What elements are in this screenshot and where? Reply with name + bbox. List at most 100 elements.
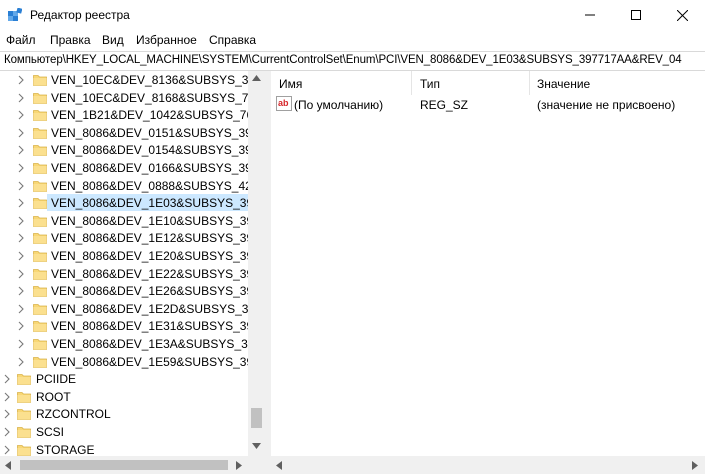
tree-item[interactable]: VEN_8086&DEV_0151&SUBSYS_397717 <box>0 124 265 142</box>
scroll-down-icon[interactable] <box>252 443 261 449</box>
tree-item[interactable]: VEN_8086&DEV_0154&SUBSYS_397717 <box>0 141 265 159</box>
tree-horizontal-scrollbar[interactable] <box>0 456 265 474</box>
scroll-left-icon[interactable] <box>5 461 11 470</box>
value-data: (значение не присвоено) <box>537 98 676 112</box>
expand-chevron-icon[interactable] <box>17 198 25 208</box>
menu-help[interactable]: Справка <box>209 33 256 47</box>
tree-item[interactable]: VEN_10EC&DEV_8136&SUBSYS_397717 <box>0 71 265 89</box>
values-horizontal-scrollbar[interactable] <box>271 456 705 474</box>
tree-item-label: RZCONTROL <box>36 407 111 422</box>
tree-item[interactable]: SCSI <box>0 423 248 441</box>
tree-vertical-scrollbar[interactable] <box>248 71 265 456</box>
address-path[interactable]: Компьютер\HKEY_LOCAL_MACHINE\SYSTEM\Curr… <box>4 54 682 66</box>
scroll-up-icon[interactable] <box>252 75 261 81</box>
value-row[interactable]: ab (По умолчанию) REG_SZ (значение не пр… <box>271 95 705 113</box>
expand-chevron-icon[interactable] <box>17 357 25 367</box>
folder-icon <box>33 215 47 227</box>
menu-file[interactable]: Файл <box>6 33 36 47</box>
tree-item[interactable]: VEN_8086&DEV_1E12&SUBSYS_397717 <box>0 229 265 247</box>
tree-item[interactable]: VEN_8086&DEV_1E59&SUBSYS_397717 <box>0 353 265 371</box>
expand-chevron-icon[interactable] <box>17 110 25 120</box>
column-header-name[interactable]: Имя <box>271 71 411 95</box>
tree-item-label: VEN_8086&DEV_1E03&SUBSYS_397717 <box>51 196 265 211</box>
tree-item-label: VEN_8086&DEV_1E10&SUBSYS_397717 <box>51 213 265 228</box>
minimize-icon <box>585 14 595 16</box>
expand-chevron-icon[interactable] <box>17 93 25 103</box>
expand-chevron-icon[interactable] <box>3 374 11 384</box>
address-bar[interactable]: Компьютер\HKEY_LOCAL_MACHINE\SYSTEM\Curr… <box>0 51 705 71</box>
tree-vertical-scroll-thumb[interactable] <box>251 408 262 428</box>
folder-icon <box>33 92 47 104</box>
tree-item-label: VEN_8086&DEV_1E31&SUBSYS_397717 <box>51 319 265 334</box>
column-header-type[interactable]: Тип <box>412 71 529 95</box>
expand-chevron-icon[interactable] <box>17 75 25 85</box>
menu-favorites[interactable]: Избранное <box>136 33 197 47</box>
tree-item[interactable]: VEN_8086&DEV_0166&SUBSYS_390417 <box>0 159 265 177</box>
column-header-value-label: Значение <box>537 77 591 91</box>
close-icon <box>676 9 688 21</box>
scroll-right-icon[interactable] <box>692 461 698 470</box>
expand-chevron-icon[interactable] <box>17 339 25 349</box>
regedit-app-icon <box>8 8 22 21</box>
expand-chevron-icon[interactable] <box>17 163 25 173</box>
folder-icon <box>17 409 31 421</box>
expand-chevron-icon[interactable] <box>17 286 25 296</box>
tree-item-label: VEN_1B21&DEV_1042&SUBSYS_769314 <box>51 108 265 123</box>
column-header-name-label: Имя <box>279 77 303 91</box>
tree-item-label: VEN_10EC&DEV_8168&SUBSYS_769314 <box>51 90 265 105</box>
tree-item-label: SCSI <box>36 425 65 439</box>
expand-chevron-icon[interactable] <box>3 427 11 437</box>
expand-chevron-icon[interactable] <box>17 321 25 331</box>
folder-icon <box>33 339 47 350</box>
key-tree[interactable]: VEN_10EC&DEV_8136&SUBSYS_397717 VEN_10EC&… <box>0 71 265 474</box>
folder-icon <box>33 268 47 280</box>
string-value-icon: ab <box>276 96 292 111</box>
tree-item[interactable]: VEN_8086&DEV_1E3A&SUBSYS_397717 <box>0 335 265 353</box>
folder-icon <box>33 233 47 245</box>
expand-chevron-icon[interactable] <box>3 392 11 402</box>
tree-item[interactable]: VEN_10EC&DEV_8168&SUBSYS_769314 <box>0 89 265 107</box>
expand-chevron-icon[interactable] <box>3 445 11 455</box>
menu-bar: Файл Правка Вид Избранное Справка <box>0 30 705 50</box>
tree-item[interactable]: VEN_8086&DEV_1E20&SUBSYS_397717 <box>0 247 265 265</box>
tree-item[interactable]: VEN_8086&DEV_1E10&SUBSYS_397717 <box>0 212 265 230</box>
tree-horizontal-scroll-thumb[interactable] <box>20 460 228 470</box>
folder-icon <box>33 286 47 298</box>
expand-chevron-icon[interactable] <box>17 128 25 138</box>
folder-icon <box>17 444 31 456</box>
tree-item[interactable]: VEN_8086&DEV_1E26&SUBSYS_397717 <box>0 282 265 300</box>
tree-item[interactable]: VEN_8086&DEV_1E03&SUBSYS_397717 <box>0 194 265 212</box>
tree-item[interactable]: VEN_8086&DEV_1E31&SUBSYS_397717 <box>0 317 265 335</box>
minimize-button[interactable] <box>567 0 613 30</box>
values-list[interactable]: Имя Тип Значение ab (По умолчанию) REG_S… <box>271 71 705 474</box>
expand-chevron-icon[interactable] <box>17 216 25 226</box>
expand-chevron-icon[interactable] <box>17 304 25 314</box>
folder-icon <box>17 427 31 438</box>
tree-item[interactable]: VEN_8086&DEV_1E2D&SUBSYS_397717 <box>0 300 265 318</box>
expand-chevron-icon[interactable] <box>17 233 25 243</box>
scroll-left-icon[interactable] <box>276 461 282 470</box>
menu-view[interactable]: Вид <box>102 33 124 47</box>
scroll-right-icon[interactable] <box>236 461 242 470</box>
tree-item[interactable]: VEN_8086&DEV_0888&SUBSYS_426280 <box>0 177 265 195</box>
tree-item-label: STORAGE <box>36 442 95 457</box>
close-button[interactable] <box>659 0 705 30</box>
expand-chevron-icon[interactable] <box>17 251 25 261</box>
tree-item[interactable]: VEN_8086&DEV_1E22&SUBSYS_397717 <box>0 265 265 283</box>
tree-item[interactable]: VEN_1B21&DEV_1042&SUBSYS_769314 <box>0 106 265 124</box>
window-title: Редактор реестра <box>30 8 130 22</box>
column-header-value[interactable]: Значение <box>530 71 705 95</box>
maximize-button[interactable] <box>613 0 659 30</box>
folder-icon <box>33 127 47 139</box>
expand-chevron-icon[interactable] <box>17 181 25 191</box>
menu-edit[interactable]: Правка <box>50 33 91 47</box>
folder-icon <box>33 163 47 174</box>
tree-item[interactable]: RZCONTROL <box>0 405 248 423</box>
title-bar: Редактор реестра <box>0 0 705 30</box>
expand-chevron-icon[interactable] <box>3 409 11 419</box>
expand-chevron-icon[interactable] <box>17 145 25 155</box>
tree-item-label: VEN_8086&DEV_1E26&SUBSYS_397717 <box>51 284 265 299</box>
expand-chevron-icon[interactable] <box>17 269 25 279</box>
tree-item[interactable]: PCIIDE <box>0 370 248 388</box>
tree-item[interactable]: ROOT <box>0 388 248 406</box>
